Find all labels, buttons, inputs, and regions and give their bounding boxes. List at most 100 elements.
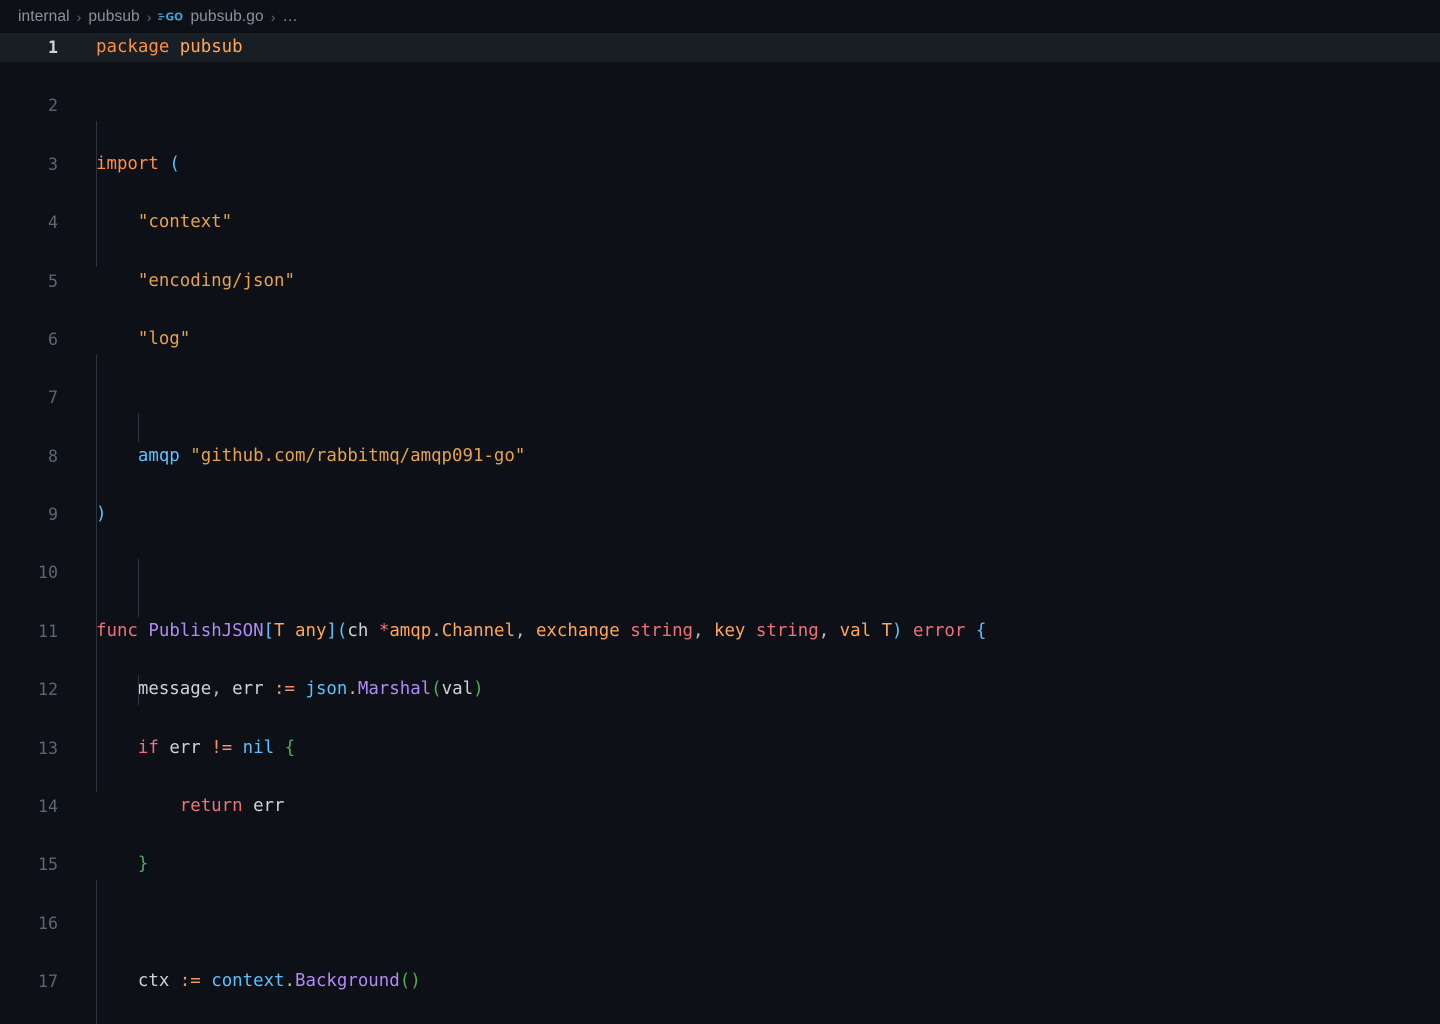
code-token xyxy=(264,679,274,699)
code-line[interactable]: 1package pubsub xyxy=(0,33,1440,62)
code-token: , xyxy=(515,621,536,641)
code-token: pubsub xyxy=(180,37,243,57)
code-lines-container: 1package pubsub 2 3import ( 4 "context" 5 "e… xyxy=(0,33,1440,1024)
line-number: 6 xyxy=(0,325,58,354)
code-line[interactable]: 17 ctx := context.Background() xyxy=(0,967,1440,996)
code-line[interactable]: 4 "context" xyxy=(0,208,1440,237)
breadcrumb-separator-icon: › xyxy=(77,9,82,25)
code-text: ctx := context.Background() xyxy=(96,967,421,996)
code-token xyxy=(201,738,211,758)
code-token xyxy=(201,971,211,991)
code-token: { xyxy=(285,738,295,758)
code-token xyxy=(243,796,253,816)
code-token xyxy=(295,679,305,699)
code-token: ) xyxy=(892,621,902,641)
line-number: 13 xyxy=(0,734,58,763)
code-line[interactable]: 14 return err xyxy=(0,792,1440,821)
code-token: val xyxy=(840,621,871,641)
code-token: ) xyxy=(410,971,420,991)
code-token: ] xyxy=(326,621,336,641)
code-text: func PublishJSON[T any](ch *amqp.Channel… xyxy=(96,617,986,646)
code-text: } xyxy=(96,850,148,879)
code-token: ( xyxy=(169,154,179,174)
code-token: import xyxy=(96,154,159,174)
code-token xyxy=(96,971,138,991)
code-text: ) xyxy=(96,500,106,529)
breadcrumb-file-name[interactable]: pubsub.go xyxy=(190,8,263,26)
code-line[interactable]: 9) xyxy=(0,500,1440,529)
code-token xyxy=(96,738,138,758)
code-token: string xyxy=(630,621,693,641)
line-number: 2 xyxy=(0,91,58,120)
code-token xyxy=(159,738,169,758)
code-token: err xyxy=(169,738,200,758)
code-token: := xyxy=(274,679,295,699)
code-token: , xyxy=(819,621,840,641)
code-editor[interactable]: 1package pubsub 2 3import ( 4 "context" 5 "e… xyxy=(0,33,1440,1024)
code-line[interactable]: 16 xyxy=(0,909,1440,938)
code-token xyxy=(232,738,242,758)
code-line[interactable]: 11 func PublishJSON[T any](ch *amqp.Chann… xyxy=(0,617,1440,646)
code-token: err xyxy=(232,679,263,699)
code-line[interactable]: 3import ( xyxy=(0,150,1440,179)
code-text: "log" xyxy=(96,325,190,354)
code-token: ch xyxy=(347,621,368,641)
code-line[interactable]: 13 if err != nil { xyxy=(0,734,1440,763)
code-token xyxy=(159,154,169,174)
breadcrumb-item-file[interactable]: GO pubsub.go xyxy=(158,8,263,26)
code-line[interactable]: 2 xyxy=(0,91,1440,120)
code-line[interactable]: 10 xyxy=(0,558,1440,587)
code-token: string xyxy=(756,621,819,641)
go-file-icon: GO xyxy=(158,9,184,24)
code-text: amqp "github.com/rabbitmq/amqp091-go" xyxy=(96,442,525,471)
code-token: error xyxy=(913,621,965,641)
code-token: . xyxy=(285,971,295,991)
code-token: ) xyxy=(96,504,106,524)
code-token: { xyxy=(976,621,986,641)
code-token: val xyxy=(442,679,473,699)
code-token xyxy=(169,37,179,57)
code-line[interactable]: 6 "log" xyxy=(0,325,1440,354)
code-token: , xyxy=(211,679,232,699)
code-line[interactable]: 8 amqp "github.com/rabbitmq/amqp091-go" xyxy=(0,442,1440,471)
code-token xyxy=(96,212,138,232)
code-line[interactable]: 7 xyxy=(0,383,1440,412)
code-token: * xyxy=(379,621,389,641)
code-token: Marshal xyxy=(358,679,431,699)
code-token xyxy=(96,854,138,874)
code-token: "encoding/json" xyxy=(138,271,295,291)
code-line[interactable]: 5 "encoding/json" xyxy=(0,267,1440,296)
code-text: "encoding/json" xyxy=(96,267,295,296)
code-line[interactable]: 15 } xyxy=(0,850,1440,879)
code-token: context xyxy=(211,971,284,991)
indent-guide xyxy=(96,121,97,267)
line-number: 12 xyxy=(0,675,58,704)
code-line[interactable]: 12 message, err := json.Marshal(val) xyxy=(0,675,1440,704)
code-token: "context" xyxy=(138,212,232,232)
code-token: , xyxy=(693,621,714,641)
breadcrumb[interactable]: internal › pubsub › GO pubsub.go › … xyxy=(0,0,1440,33)
code-token: ctx xyxy=(138,971,169,991)
code-token: message xyxy=(138,679,211,699)
code-token: != xyxy=(211,738,232,758)
code-token: func xyxy=(96,621,138,641)
line-number: 17 xyxy=(0,967,58,996)
code-token: "github.com/rabbitmq/amqp091-go" xyxy=(190,446,525,466)
code-token xyxy=(285,621,295,641)
code-token: nil xyxy=(243,738,274,758)
code-token: ( xyxy=(400,971,410,991)
code-text: message, err := json.Marshal(val) xyxy=(96,675,484,704)
code-token xyxy=(745,621,755,641)
code-token xyxy=(96,329,138,349)
line-number: 15 xyxy=(0,850,58,879)
code-token: package xyxy=(96,37,169,57)
breadcrumb-item-symbol-overflow[interactable]: … xyxy=(282,8,298,26)
code-text: if err != nil { xyxy=(96,734,295,763)
breadcrumb-item-internal[interactable]: internal xyxy=(18,8,70,26)
line-number: 11 xyxy=(0,617,58,646)
code-token: amqp xyxy=(389,621,431,641)
line-number: 5 xyxy=(0,267,58,296)
code-token xyxy=(180,446,190,466)
code-text: return err xyxy=(96,792,285,821)
breadcrumb-item-pubsub[interactable]: pubsub xyxy=(88,8,139,26)
